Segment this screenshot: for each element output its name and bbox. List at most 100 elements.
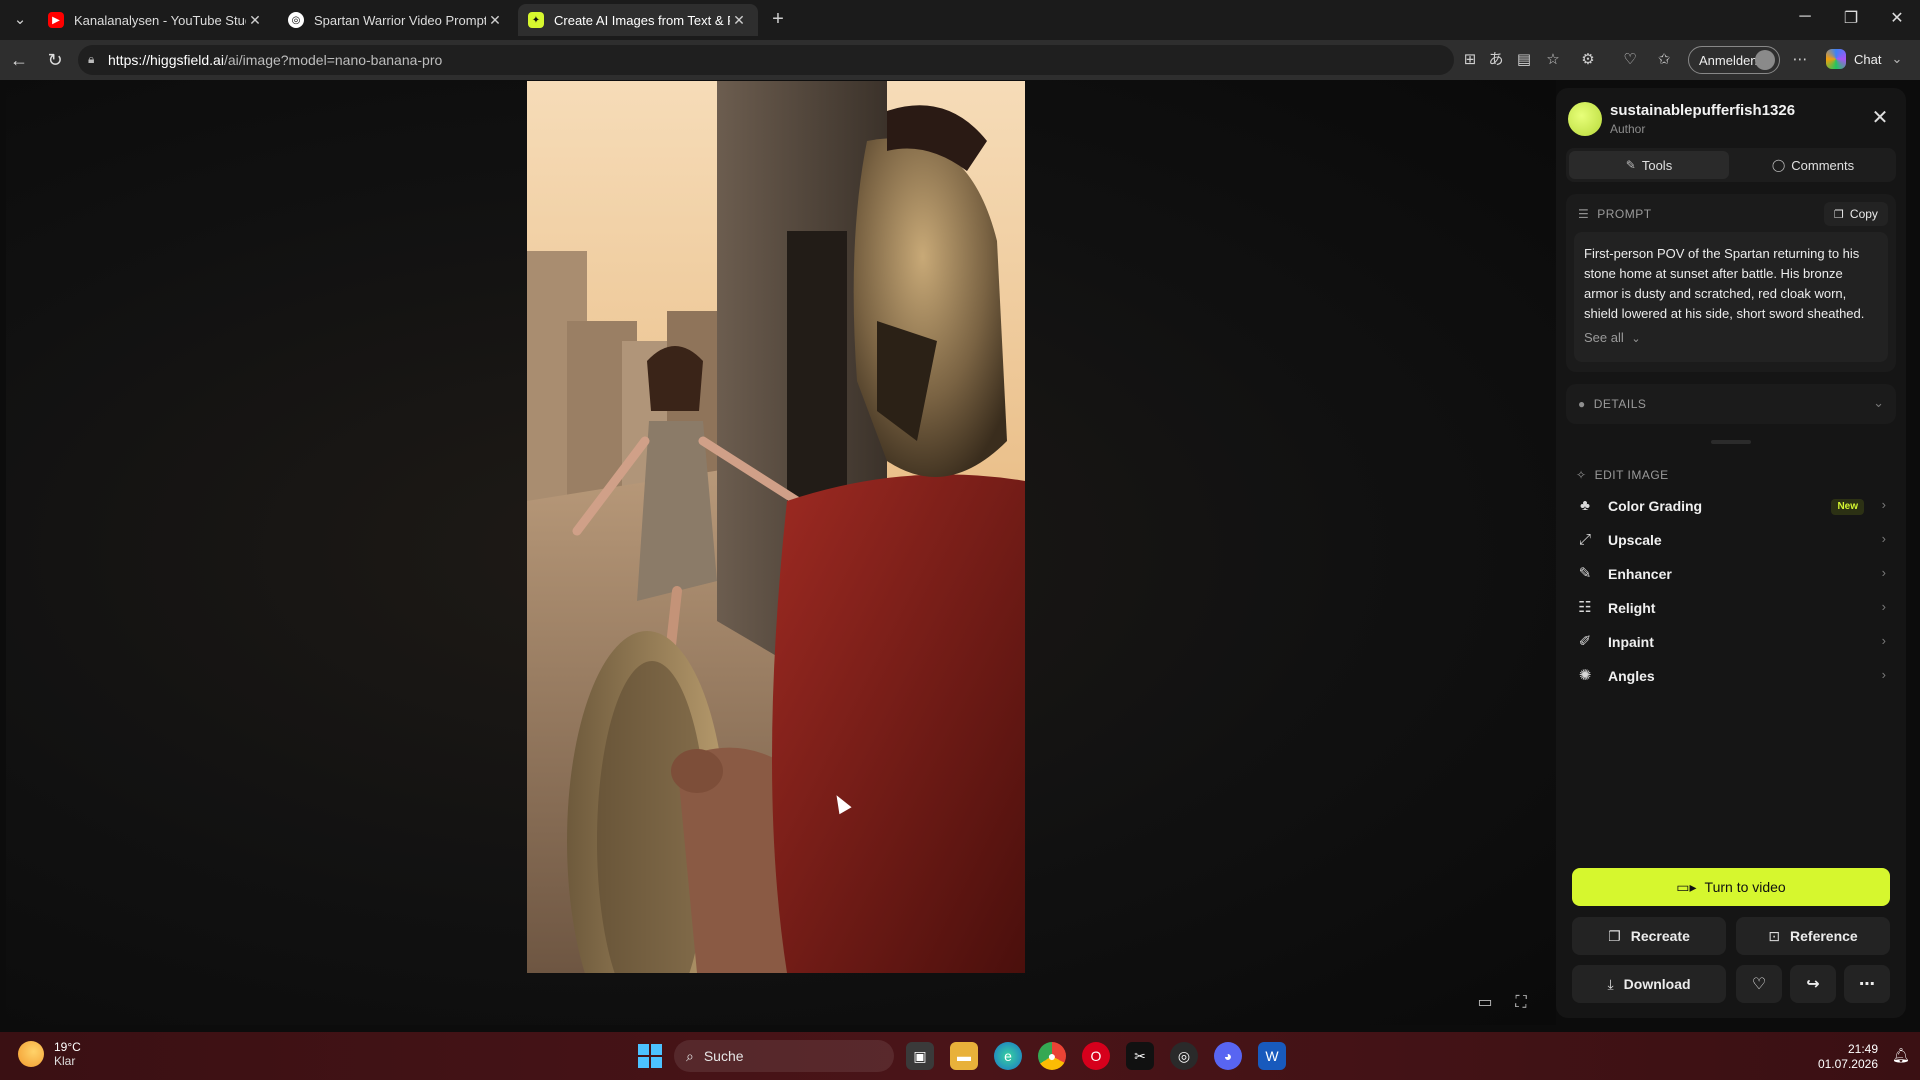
more-icon: ⋯ [1859, 976, 1875, 993]
weather-widget[interactable]: 19°C Klar [18, 1040, 81, 1068]
edit-item-color-grading[interactable]: ♣ Color Grading New › [1566, 489, 1896, 523]
chrome-icon[interactable]: ● [1038, 1042, 1066, 1070]
chevron-right-icon: › [1881, 633, 1886, 648]
reload-icon[interactable]: ↻ [44, 49, 66, 71]
browser-essentials-icon[interactable]: ♡ [1620, 50, 1640, 70]
tab-higgsfield[interactable]: ✦ Create AI Images from Text & Photos ✕ [518, 4, 758, 36]
chevron-right-icon: › [1881, 667, 1886, 682]
color-grading-icon: ♣ [1580, 497, 1590, 514]
edit-item-inpaint[interactable]: ✐ Inpaint › [1566, 625, 1896, 659]
opera-icon[interactable]: O [1082, 1042, 1110, 1070]
chevron-right-icon: › [1881, 497, 1886, 512]
translate-icon[interactable]: あ [1486, 50, 1506, 70]
edit-item-relight[interactable]: ☷ Relight › [1566, 591, 1896, 625]
resize-grip[interactable] [1711, 440, 1751, 444]
tab-title: Spartan Warrior Video Prompts [314, 12, 486, 28]
download-button[interactable]: ⤓ Download [1572, 965, 1726, 1003]
minimize-icon[interactable]: ─ [1790, 8, 1820, 32]
author-name[interactable]: sustainablepufferfish1326 [1610, 102, 1795, 119]
chevron-right-icon: › [1881, 531, 1886, 546]
inpaint-icon: ✐ [1578, 633, 1592, 650]
edit-image-heading: ✧ EDIT IMAGE [1576, 468, 1669, 482]
chevron-down-icon: ⌄ [1891, 51, 1903, 66]
back-icon[interactable]: ← [8, 49, 30, 71]
edit-item-upscale[interactable]: ⤢ Upscale › [1566, 523, 1896, 557]
chevron-down-icon: ⌄ [1631, 333, 1641, 345]
tab-tools[interactable]: ✎ Tools [1569, 151, 1729, 179]
tab-title: Kanalanalysen - YouTube Studio [74, 12, 246, 28]
app-install-icon[interactable]: ⊞ [1460, 50, 1480, 70]
see-all-link[interactable]: See all ⌄ [1584, 330, 1641, 345]
capcut-icon[interactable]: ✂ [1126, 1042, 1154, 1070]
magic-wand-icon: ✧ [1576, 468, 1587, 482]
copy-button[interactable]: ❐ Copy [1824, 202, 1888, 226]
share-button[interactable]: ↪ [1790, 965, 1836, 1003]
chevron-right-icon: › [1881, 565, 1886, 580]
share-icon: ↪ [1806, 976, 1820, 993]
discord-icon[interactable]: ◕ [1214, 1042, 1242, 1070]
upscale-icon: ⤢ [1578, 531, 1591, 548]
taskbar-clock[interactable]: 21:49 01.07.2026 [1818, 1042, 1878, 1072]
close-panel-icon[interactable]: ✕ [1868, 106, 1892, 130]
new-tab-icon[interactable]: + [768, 9, 788, 29]
weather-moon-icon [18, 1041, 44, 1067]
more-options-icon[interactable]: ⋯ [1790, 50, 1810, 70]
spartan-scene-image [527, 81, 1025, 973]
recreate-button[interactable]: ❐ Recreate [1572, 917, 1726, 955]
close-tab-icon[interactable]: ✕ [730, 12, 748, 29]
tab-list-icon[interactable]: ⌄ [10, 10, 30, 30]
details-accordion[interactable]: ● DETAILS ⌄ [1566, 384, 1896, 424]
higgsfield-icon: ✦ [528, 12, 544, 28]
url-text: https://higgsfield.ai/ai/image?model=nan… [108, 52, 443, 68]
relight-icon: ☷ [1578, 599, 1592, 616]
favorites-icon[interactable]: ✩ [1654, 50, 1674, 70]
file-explorer-icon[interactable]: ▬ [950, 1042, 978, 1070]
weather-temp: 19°C [54, 1040, 81, 1054]
edge-icon[interactable]: e [994, 1042, 1022, 1070]
chevron-right-icon: › [1881, 599, 1886, 614]
close-tab-icon[interactable]: ✕ [486, 12, 504, 29]
youtube-icon: ▶ [48, 12, 64, 28]
tab-youtube-studio[interactable]: ▶ Kanalanalysen - YouTube Studio ✕ [38, 4, 274, 36]
prompt-box: First-person POV of the Spartan returnin… [1574, 232, 1888, 362]
close-tab-icon[interactable]: ✕ [246, 12, 264, 29]
extensions-icon[interactable]: ⚙ [1578, 50, 1598, 70]
copy-icon: ❐ [1834, 208, 1844, 221]
new-badge: New [1831, 499, 1864, 515]
comment-icon: ◯ [1771, 158, 1786, 172]
taskbar-search[interactable]: ⌕ Suche [674, 1040, 894, 1072]
heart-icon: ♡ [1751, 976, 1767, 993]
reader-icon[interactable]: ▤ [1514, 50, 1534, 70]
reference-button[interactable]: ⊡ Reference [1736, 917, 1890, 955]
favorite-star-icon[interactable]: ☆ [1543, 50, 1563, 70]
tab-spartan-prompts[interactable]: ◎ Spartan Warrior Video Prompts ✕ [278, 4, 514, 36]
task-view-icon[interactable]: ▣ [906, 1042, 934, 1070]
notification-icon[interactable]: 🔔︎ [1892, 1047, 1910, 1063]
signin-button[interactable]: Anmelden [1688, 46, 1780, 74]
prompt-text: First-person POV of the Spartan returnin… [1584, 246, 1865, 320]
author-avatar[interactable] [1568, 102, 1602, 136]
turn-to-video-button[interactable]: ▭▸ Turn to video [1572, 868, 1890, 906]
generated-image[interactable] [527, 81, 1025, 973]
caption-icon[interactable]: ▭ [1474, 992, 1496, 1014]
tab-comments[interactable]: ◯ Comments [1733, 151, 1893, 179]
windows-start-icon[interactable] [638, 1044, 662, 1068]
edit-item-enhancer[interactable]: ✎ Enhancer › [1566, 557, 1896, 591]
fullscreen-icon[interactable]: ⛶ [1510, 992, 1532, 1014]
tools-panel: sustainablepufferfish1326 Author ✕ ✎ Too… [1556, 88, 1906, 1018]
windows-taskbar: 19°C Klar ⌕ Suche ▣ ▬ e ● O ✂ ◎ ◕ W 21:4… [0, 1032, 1920, 1080]
edit-item-angles[interactable]: ✺ Angles › [1566, 659, 1896, 693]
word-icon[interactable]: W [1258, 1042, 1286, 1070]
more-button[interactable]: ⋯ [1844, 965, 1890, 1003]
info-icon: ● [1578, 397, 1586, 411]
chatgpt-app-icon[interactable]: ◎ [1170, 1042, 1198, 1070]
details-heading: ● DETAILS [1578, 397, 1647, 411]
enhancer-icon: ✎ [1578, 565, 1592, 582]
url-bar[interactable]: 🔒︎ https://higgsfield.ai/ai/image?model=… [78, 45, 1476, 75]
copilot-icon [1826, 49, 1846, 69]
copilot-chat-button[interactable]: Chat ⌄ [1826, 49, 1902, 69]
close-window-icon[interactable]: ✕ [1882, 8, 1912, 32]
like-button[interactable]: ♡ [1736, 965, 1782, 1003]
restore-icon[interactable]: ❐ [1836, 8, 1866, 32]
prompt-icon: ☰ [1578, 207, 1590, 221]
